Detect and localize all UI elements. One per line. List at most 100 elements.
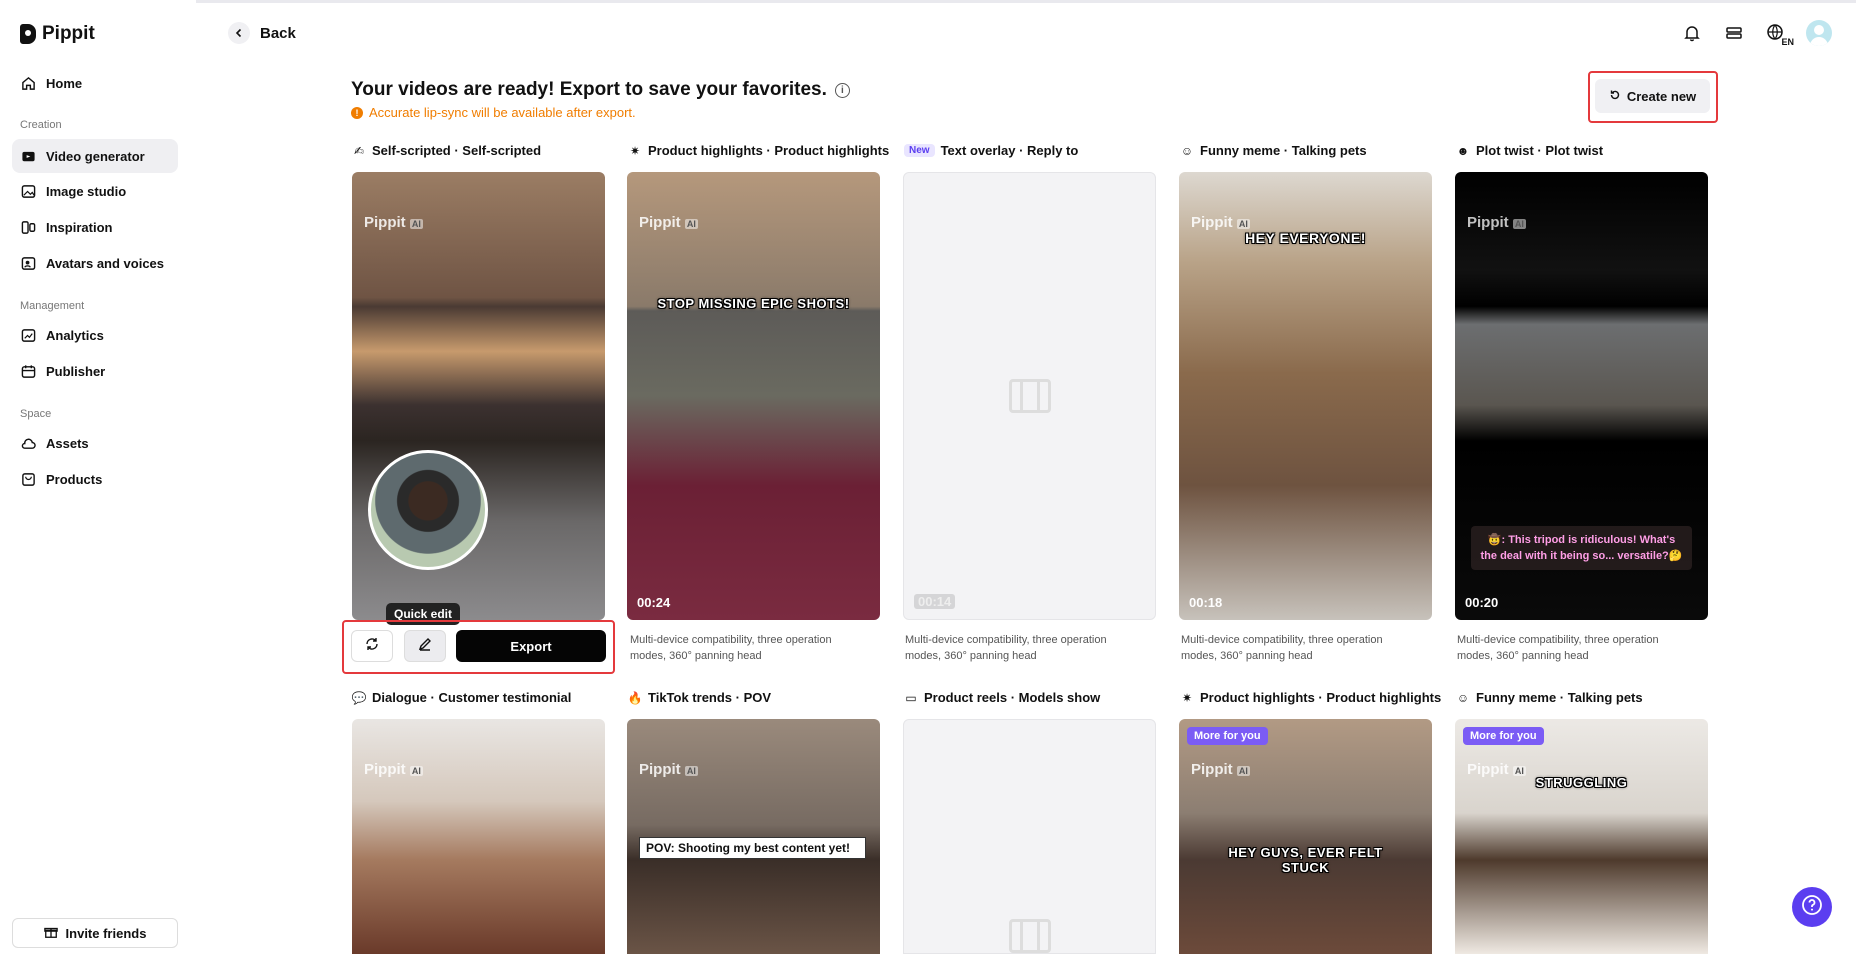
refresh-icon xyxy=(364,636,380,657)
person-icon: ☻ xyxy=(1456,143,1470,158)
more-for-you-badge: More for you xyxy=(1463,727,1544,745)
card-label-text: TikTok trends · POV xyxy=(648,690,772,705)
stack-icon[interactable] xyxy=(1722,21,1746,45)
card-label: ☻ Plot twist · Plot twist xyxy=(1456,143,1603,158)
smile-icon: ☺ xyxy=(1180,143,1194,158)
card-label-text: Text overlay · Reply to xyxy=(940,143,1079,158)
sidebar-item-video-generator[interactable]: Video generator xyxy=(12,139,178,173)
sidebar-item-avatars-and-voices[interactable]: Avatars and voices xyxy=(12,246,178,280)
video-thumbnail-placeholder[interactable] xyxy=(903,719,1156,954)
video-thumbnail[interactable]: Pippit AI 🤠: This tripod is ridiculous! … xyxy=(1455,172,1708,620)
video-caption: HEY GUYS, EVER FELT STUCK xyxy=(1228,845,1383,875)
card-label-text: Plot twist · Plot twist xyxy=(1476,143,1604,158)
section-space: Space xyxy=(20,408,52,420)
lip-sync-warning: ! Accurate lip-sync will be available af… xyxy=(351,105,636,120)
image-icon xyxy=(20,183,36,199)
card-label-text: Product highlights · Product highlights xyxy=(1200,690,1442,705)
sidebar-item-label: Avatars and voices xyxy=(46,255,165,271)
page-title-text: Your videos are ready! Export to save yo… xyxy=(351,79,827,100)
sidebar-item-image-studio[interactable]: Image studio xyxy=(12,174,178,208)
card-label-text: Funny meme · Talking pets xyxy=(1476,690,1643,705)
section-creation: Creation xyxy=(20,119,62,131)
video-description: Multi-device compatibility, three operat… xyxy=(630,634,832,662)
page-title: Your videos are ready! Export to save yo… xyxy=(351,79,850,101)
new-badge: New xyxy=(904,144,935,157)
video-thumbnail[interactable]: Pippit AI xyxy=(352,719,605,954)
analytics-icon xyxy=(20,327,36,343)
brand-name: Pippit xyxy=(42,23,95,44)
sidebar-item-home[interactable]: Home xyxy=(12,66,178,100)
video-caption: POV: Shooting my best content yet! xyxy=(639,837,866,859)
avatar-voice-icon xyxy=(20,255,36,271)
watermark: Pippit AI xyxy=(1191,214,1250,231)
card-label: ✍ Self-scripted · Self-scripted xyxy=(352,143,541,158)
video-thumbnail[interactable]: Pippit AI POV: Shooting my best content … xyxy=(627,719,880,954)
video-add-icon xyxy=(20,148,36,164)
invite-label: Invite friends xyxy=(65,925,147,941)
film-placeholder-icon xyxy=(1008,379,1051,413)
language-code: EN xyxy=(1781,37,1794,47)
video-thumbnail[interactable]: Pippit AI STOP MISSING EPIC SHOTS! 00:24 xyxy=(627,172,880,620)
video-thumbnail[interactable]: Pippit AI xyxy=(352,172,605,620)
create-new-highlight: Create new xyxy=(1588,71,1718,123)
regenerate-button[interactable] xyxy=(351,630,393,662)
video-duration: 00:20 xyxy=(1465,595,1499,610)
avatar-circle-image xyxy=(368,450,488,570)
sidebar-item-label: Video generator xyxy=(46,148,145,164)
warning-text: Accurate lip-sync will be available afte… xyxy=(369,105,636,120)
help-button[interactable] xyxy=(1792,887,1832,927)
watermark: Pippit AI xyxy=(364,761,423,778)
card-label: 💬 Dialogue · Customer testimonial xyxy=(351,690,572,705)
watermark: Pippit AI xyxy=(639,761,698,778)
video-thumbnail-placeholder[interactable]: 00:14 xyxy=(903,172,1156,620)
export-button[interactable]: Export xyxy=(456,630,606,662)
sidebar-item-analytics[interactable]: Analytics xyxy=(12,318,178,352)
card-label-text: Self-scripted · Self-scripted xyxy=(372,143,542,158)
video-duration: 00:24 xyxy=(637,595,671,610)
brand-logo[interactable]: Pippit xyxy=(20,23,95,45)
language-globe-icon[interactable]: EN xyxy=(1764,21,1794,47)
video-thumbnail[interactable]: More for you Pippit AI STRUGGLING xyxy=(1455,719,1708,954)
cloud-icon xyxy=(20,435,36,451)
invite-friends-button[interactable]: Invite friends xyxy=(12,918,178,948)
card-label-text: Product highlights · Product highlights xyxy=(648,143,890,158)
watermark: Pippit AI xyxy=(364,214,423,231)
pencil-icon xyxy=(417,636,433,657)
create-new-label: Create new xyxy=(1626,88,1697,104)
card-label: ✷ Product highlights · Product highlight… xyxy=(1180,690,1441,705)
sidebar-item-assets[interactable]: Assets xyxy=(12,426,178,460)
watermark: Pippit AI xyxy=(1467,214,1526,231)
film-icon: ▭ xyxy=(905,690,917,705)
sidebar-item-label: Analytics xyxy=(46,327,104,343)
sidebar-item-label: Inspiration xyxy=(46,219,113,235)
video-description: Multi-device compatibility, three operat… xyxy=(1457,634,1659,662)
video-thumbnail[interactable]: More for you Pippit AI HEY GUYS, EVER FE… xyxy=(1179,719,1432,954)
sparkle-icon: ✷ xyxy=(1181,690,1193,705)
smile-icon: ☺ xyxy=(1456,690,1470,705)
film-placeholder-icon xyxy=(1008,919,1051,953)
card-label: ☺ Funny meme · Talking pets xyxy=(1456,690,1643,705)
sparkle-icon: ✷ xyxy=(629,143,641,158)
video-description: Multi-device compatibility, three operat… xyxy=(1181,634,1383,662)
video-duration: 00:14 xyxy=(914,594,956,609)
card-action-bar-highlight: Export xyxy=(342,620,615,674)
video-thumbnail[interactable]: Pippit AI HEY EVERYONE! 00:18 xyxy=(1179,172,1432,620)
user-avatar[interactable] xyxy=(1806,20,1832,46)
back-button[interactable]: Back xyxy=(228,22,296,44)
sidebar-item-products[interactable]: Products xyxy=(12,462,178,496)
info-icon[interactable]: i xyxy=(834,82,850,98)
speech-bubble-icon: 💬 xyxy=(351,690,367,705)
warning-icon: ! xyxy=(351,106,363,119)
video-caption: STOP MISSING EPIC SHOTS! xyxy=(657,296,850,311)
calendar-icon xyxy=(20,363,36,379)
quick-edit-button[interactable] xyxy=(404,630,446,662)
gift-icon xyxy=(43,925,58,942)
create-new-button[interactable]: Create new xyxy=(1595,79,1710,113)
video-caption: STRUGGLING xyxy=(1535,775,1628,790)
sidebar-item-inspiration[interactable]: Inspiration xyxy=(12,210,178,244)
bell-icon[interactable] xyxy=(1680,21,1704,45)
sidebar-item-publisher[interactable]: Publisher xyxy=(12,354,178,388)
sidebar-item-label: Image studio xyxy=(46,183,127,199)
video-description: Multi-device compatibility, three operat… xyxy=(905,634,1107,662)
card-label: New Text overlay · Reply to xyxy=(904,143,1078,158)
